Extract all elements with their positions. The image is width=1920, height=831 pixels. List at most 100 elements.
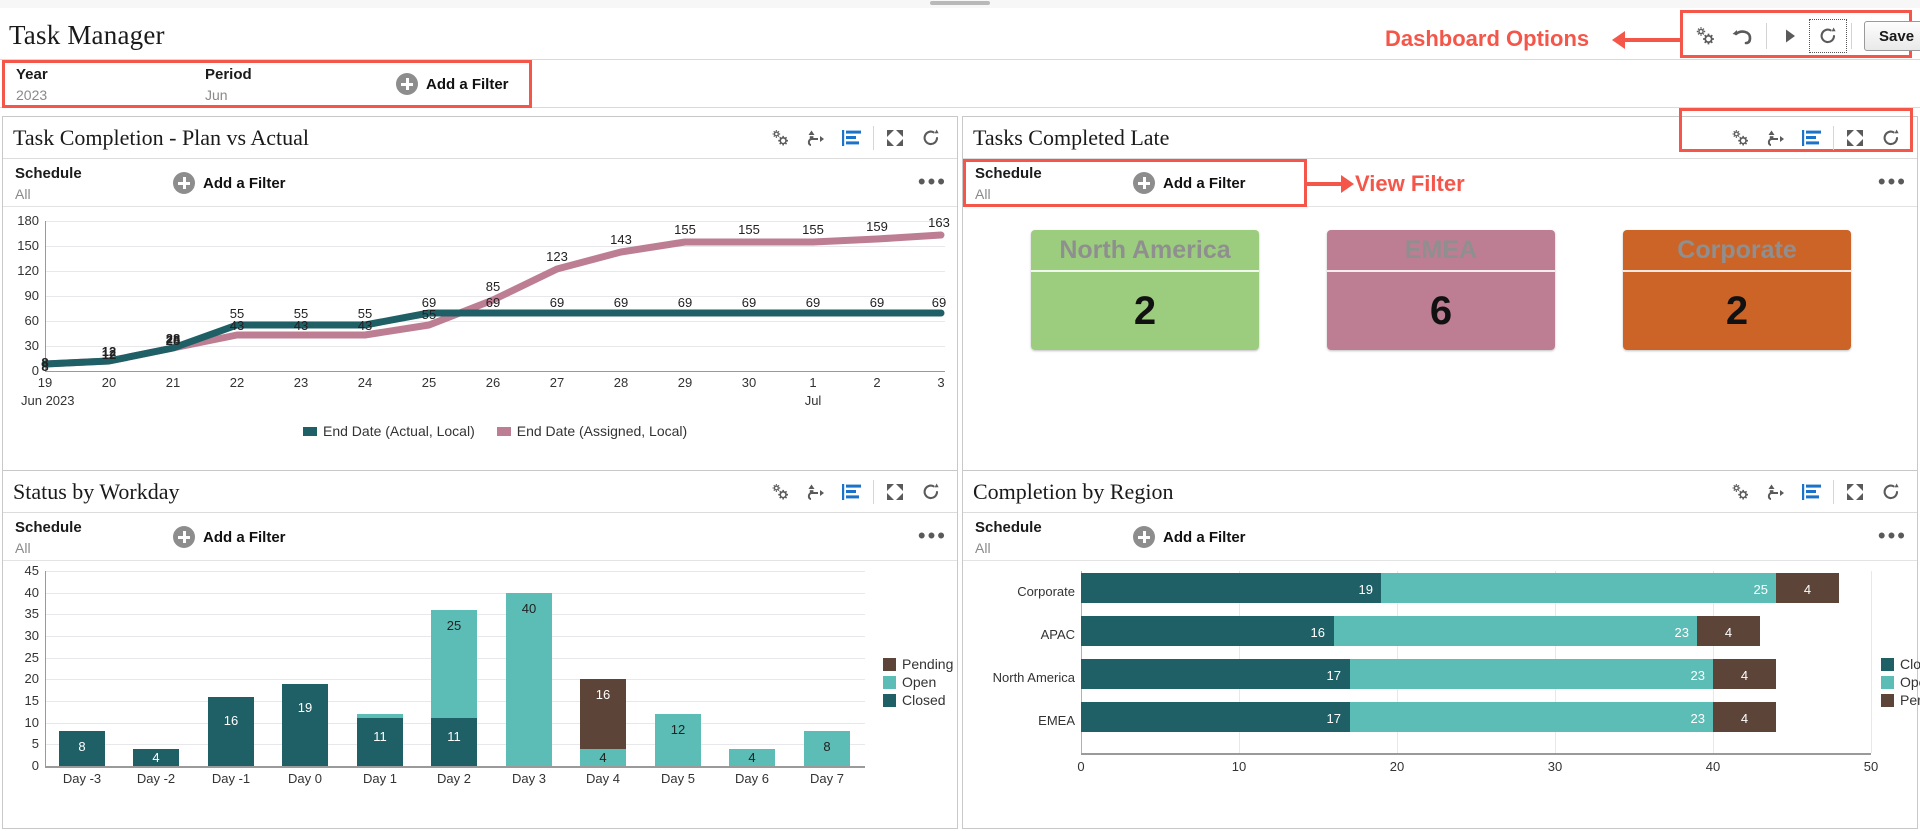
drag-handle[interactable] (930, 1, 990, 5)
x-tick: 24 (357, 375, 373, 390)
panel-task-completion: Task Completion - Plan vs Actual Schedul… (2, 116, 958, 472)
gears-icon[interactable] (1686, 19, 1724, 53)
legend-swatch-pending (1881, 693, 1894, 707)
plus-icon (396, 73, 418, 95)
play-icon[interactable] (1771, 19, 1809, 53)
refresh-icon[interactable] (1809, 19, 1847, 53)
bar-segment-open[interactable] (1349, 702, 1713, 732)
kpi-tile-emea[interactable]: EMEA 6 (1327, 230, 1555, 350)
gears-icon[interactable] (1722, 122, 1758, 154)
x-tick: Day 3 (512, 771, 546, 786)
view-add-filter-button[interactable]: Add a Filter (1133, 172, 1246, 194)
data-label: 85 (485, 279, 501, 294)
view-filter-value[interactable]: All (975, 540, 991, 556)
sort-swap-icon[interactable] (798, 122, 834, 154)
dashboard-header: Task Manager Save Dashboard Options (0, 8, 1920, 60)
bar-segment-open[interactable] (1333, 616, 1698, 646)
bar-segment-closed[interactable] (282, 683, 328, 766)
view-filter-bar: Schedule All Add a Filter ••• (963, 513, 1917, 561)
legend-swatch-closed (883, 693, 896, 707)
legend-swatch-actual (303, 426, 317, 436)
view-add-filter-button[interactable]: Add a Filter (173, 526, 286, 548)
legend-item[interactable]: Pending (883, 656, 953, 672)
legend-item[interactable]: Pending (1881, 692, 1920, 708)
bar-chart-icon[interactable] (834, 122, 870, 154)
expand-icon[interactable] (1837, 476, 1873, 508)
refresh-icon[interactable] (913, 122, 949, 154)
data-label: 28 (165, 333, 181, 348)
view-filter-value[interactable]: All (15, 540, 31, 556)
legend-item[interactable]: Open (883, 674, 936, 690)
data-label: 143 (610, 232, 632, 247)
view-overflow-menu[interactable]: ••• (918, 525, 947, 547)
save-button[interactable]: Save (1864, 21, 1920, 51)
data-label: 69 (677, 295, 693, 310)
global-add-filter-button[interactable]: Add a Filter (396, 73, 509, 95)
x-tick: 27 (549, 375, 565, 390)
annotation-view-filter-line (1307, 182, 1345, 186)
kpi-tile-north-america[interactable]: North America 2 (1031, 230, 1259, 350)
bar-chart-icon[interactable] (1794, 122, 1830, 154)
sort-swap-icon[interactable] (1758, 476, 1794, 508)
line-chart-task-completion: 180 150 120 90 60 30 0 8 12 28 55 55 55 … (3, 207, 959, 472)
x-tick: 20 (101, 375, 117, 390)
expand-icon[interactable] (877, 476, 913, 508)
y-tick: North America (992, 670, 1075, 685)
global-filter-year-label: Year (16, 66, 48, 83)
gears-icon[interactable] (1722, 476, 1758, 508)
global-filter-period-value[interactable]: Jun (205, 87, 228, 103)
sort-swap-icon[interactable] (798, 476, 834, 508)
expand-icon[interactable] (877, 122, 913, 154)
view-filter-value[interactable]: All (975, 186, 991, 202)
legend-item[interactable]: Closed (1881, 656, 1920, 672)
refresh-icon[interactable] (1873, 476, 1909, 508)
refresh-icon[interactable] (913, 476, 949, 508)
legend-item[interactable]: Closed (883, 692, 946, 708)
view-filter-label: Schedule (15, 165, 82, 182)
view-filter-bar: Schedule All Add a Filter ••• View Filte… (963, 159, 1917, 207)
chart-legend: Pending Open Closed (883, 656, 953, 710)
y-tick: 40 (24, 584, 39, 600)
legend-item[interactable]: End Date (Assigned, Local) (496, 423, 687, 439)
x-tick: 21 (165, 375, 181, 390)
kpi-value: 2 (1031, 272, 1259, 350)
legend-label: Open (1900, 674, 1920, 690)
undo-arrow-icon[interactable] (1724, 19, 1762, 53)
bar-segment-closed[interactable] (208, 696, 254, 766)
bar-segment-open[interactable] (1349, 659, 1713, 689)
panel-completion-by-region: Completion by Region Schedule All Add a … (962, 470, 1920, 829)
view-overflow-menu[interactable]: ••• (1878, 171, 1907, 193)
view-filter-label: Schedule (975, 165, 1042, 182)
kpi-tile-corporate[interactable]: Corporate 2 (1623, 230, 1851, 350)
refresh-icon[interactable] (1873, 122, 1909, 154)
bar-label: 17 (1326, 668, 1341, 683)
bar-segment-open[interactable] (357, 713, 403, 719)
bar-label: 8 (823, 739, 831, 754)
view-overflow-menu[interactable]: ••• (918, 171, 947, 193)
x-tick: Day -1 (211, 771, 251, 786)
data-label: 155 (738, 222, 760, 237)
gears-icon[interactable] (762, 476, 798, 508)
data-label: 43 (229, 318, 245, 333)
view-filter-value[interactable]: All (15, 186, 31, 202)
global-filter-year-value[interactable]: 2023 (16, 87, 47, 103)
bar-label: 4 (152, 750, 160, 765)
bar-chart-icon[interactable] (834, 476, 870, 508)
sort-swap-icon[interactable] (1758, 122, 1794, 154)
x-tick: 0 (1077, 759, 1085, 774)
view-add-filter-button[interactable]: Add a Filter (173, 172, 286, 194)
data-label: 43 (357, 318, 373, 333)
gears-icon[interactable] (762, 122, 798, 154)
bar-label: 4 (599, 750, 607, 765)
bar-segment-open[interactable] (1381, 573, 1777, 603)
view-overflow-menu[interactable]: ••• (1878, 525, 1907, 547)
view-add-filter-button[interactable]: Add a Filter (1133, 526, 1246, 548)
view-add-filter-label: Add a Filter (203, 528, 286, 546)
legend-item[interactable]: End Date (Actual, Local) (303, 423, 475, 439)
bar-chart-icon[interactable] (1794, 476, 1830, 508)
bar-segment-open[interactable] (506, 592, 552, 766)
legend-label: End Date (Actual, Local) (323, 423, 475, 439)
legend-item[interactable]: Open (1881, 674, 1920, 690)
view-filter-bar: Schedule All Add a Filter ••• (3, 159, 957, 207)
expand-icon[interactable] (1837, 122, 1873, 154)
